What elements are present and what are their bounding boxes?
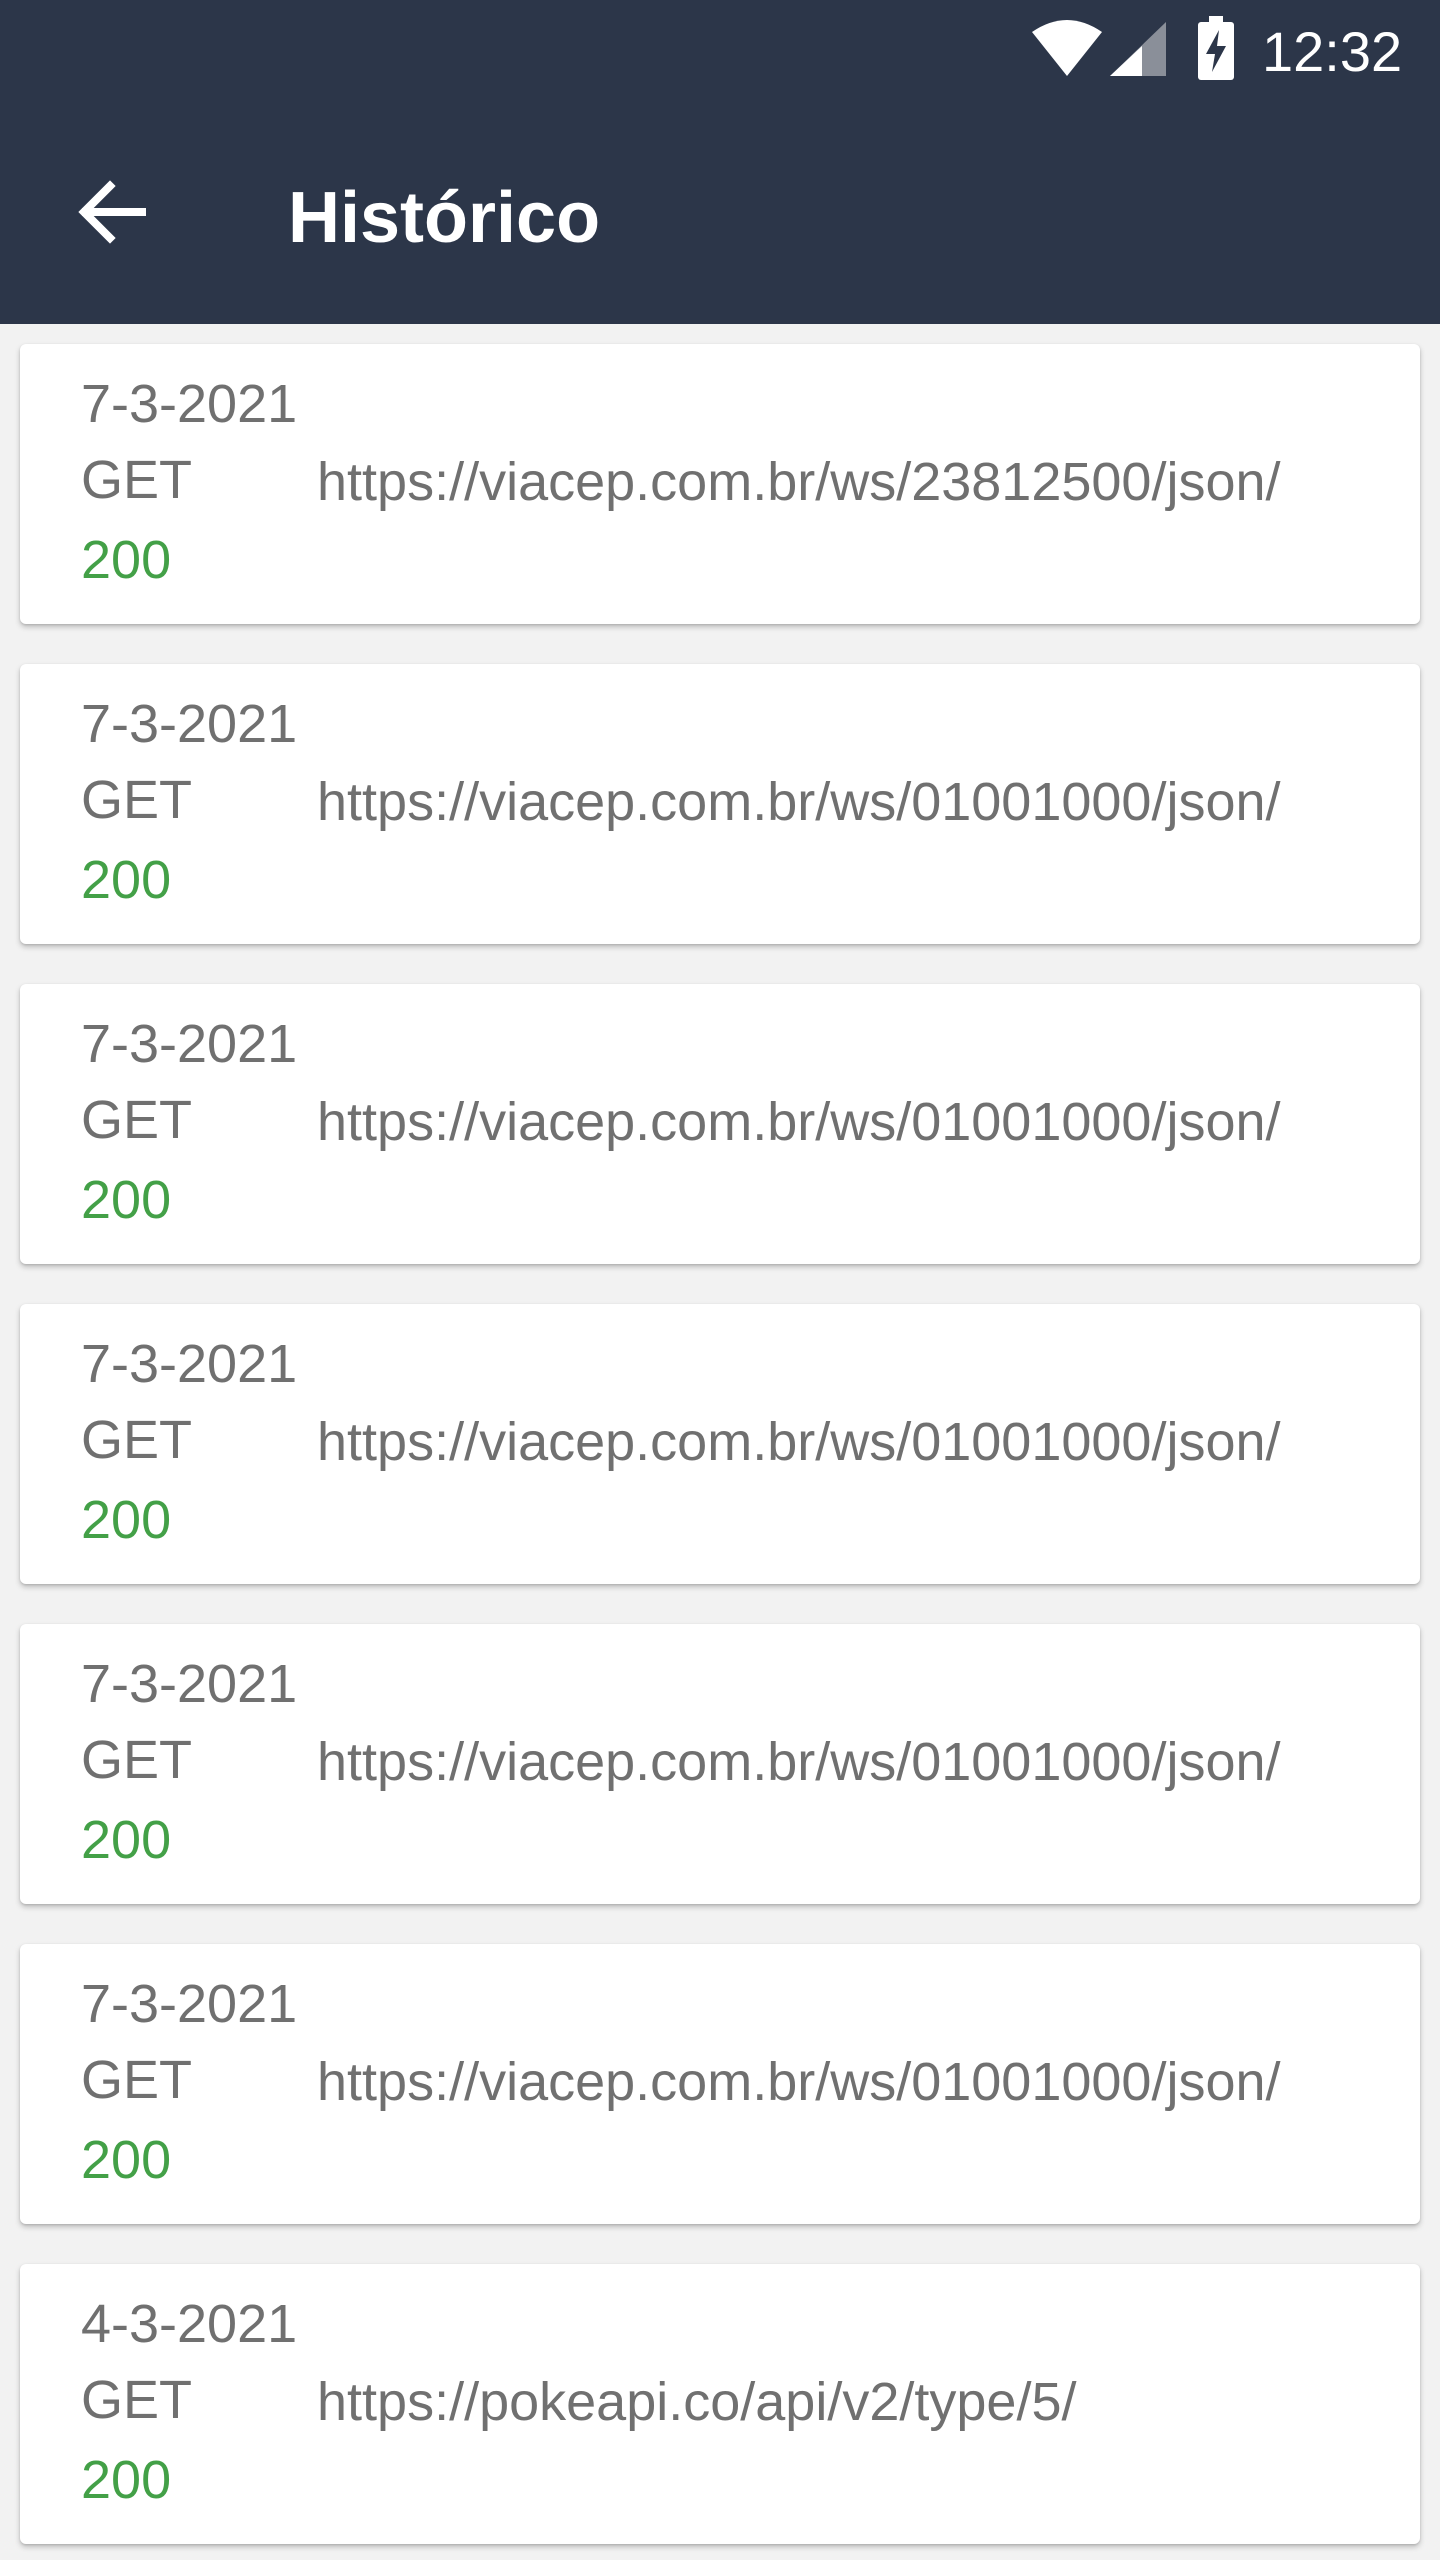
request-method: GET — [81, 450, 193, 510]
response-status: 200 — [81, 1170, 172, 1230]
request-url: https://viacep.com.br/ws/01001000/json/ — [317, 2052, 1281, 2112]
request-url: https://viacep.com.br/ws/01001000/json/ — [317, 1092, 1281, 1152]
status-bar: 12:32 — [0, 0, 1440, 100]
request-method: GET — [81, 770, 193, 830]
history-item[interactable]: 4-3-2021 GET https://pokeapi.co/api/v2/t… — [20, 2264, 1420, 2544]
request-url: https://pokeapi.co/api/v2/type/5/ — [317, 2372, 1077, 2432]
response-status: 200 — [81, 1810, 172, 1870]
response-status: 200 — [81, 1490, 172, 1550]
request-date: 7-3-2021 — [81, 1334, 298, 1394]
toolbar: Histórico — [0, 112, 1440, 324]
request-date: 7-3-2021 — [81, 694, 298, 754]
request-date: 7-3-2021 — [81, 1654, 298, 1714]
request-method: GET — [81, 2370, 193, 2430]
history-item[interactable]: 7-3-2021 GET https://viacep.com.br/ws/01… — [20, 1624, 1420, 1904]
request-date: 7-3-2021 — [81, 1974, 298, 2034]
history-item[interactable]: 7-3-2021 GET https://viacep.com.br/ws/23… — [20, 344, 1420, 624]
request-url: https://viacep.com.br/ws/23812500/json/ — [317, 452, 1281, 512]
clock: 12:32 — [1262, 20, 1403, 83]
request-date: 4-3-2021 — [81, 2294, 298, 2354]
page-title: Histórico — [288, 178, 601, 258]
request-method: GET — [81, 1090, 193, 1150]
signal-icon — [1108, 20, 1168, 78]
request-method: GET — [81, 1730, 193, 1790]
battery-charging-icon — [1196, 16, 1236, 82]
request-method: GET — [81, 2050, 193, 2110]
arrow-left-icon — [76, 176, 148, 253]
request-url: https://viacep.com.br/ws/01001000/json/ — [317, 772, 1281, 832]
back-button[interactable] — [56, 158, 168, 270]
wifi-icon — [1030, 20, 1104, 78]
request-method: GET — [81, 1410, 193, 1470]
request-date: 7-3-2021 — [81, 1014, 298, 1074]
response-status: 200 — [81, 2130, 172, 2190]
response-status: 200 — [81, 2450, 172, 2510]
history-item[interactable]: 7-3-2021 GET https://viacep.com.br/ws/01… — [20, 1304, 1420, 1584]
request-url: https://viacep.com.br/ws/01001000/json/ — [317, 1732, 1281, 1792]
request-date: 7-3-2021 — [81, 374, 298, 434]
response-status: 200 — [81, 850, 172, 910]
app-bar: 12:32 Histórico — [0, 0, 1440, 324]
history-item[interactable]: 7-3-2021 GET https://viacep.com.br/ws/01… — [20, 984, 1420, 1264]
request-url: https://viacep.com.br/ws/01001000/json/ — [317, 1412, 1281, 1472]
history-item[interactable]: 7-3-2021 GET https://viacep.com.br/ws/01… — [20, 1944, 1420, 2224]
response-status: 200 — [81, 530, 172, 590]
history-item[interactable]: 7-3-2021 GET https://viacep.com.br/ws/01… — [20, 664, 1420, 944]
